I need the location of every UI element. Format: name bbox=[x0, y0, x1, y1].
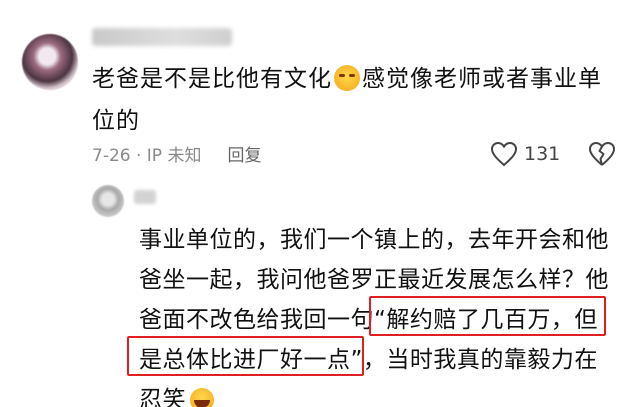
username-blurred[interactable] bbox=[92, 28, 232, 46]
like-button[interactable]: 131 bbox=[490, 140, 560, 168]
reply-avatar[interactable] bbox=[92, 185, 124, 217]
laughing-crying-emoji-icon bbox=[190, 388, 214, 407]
avatar[interactable] bbox=[22, 34, 78, 90]
heart-icon bbox=[490, 141, 518, 167]
reply-username-blurred[interactable] bbox=[134, 190, 156, 204]
dislike-button[interactable] bbox=[588, 141, 616, 171]
comment-text: 老爸是不是比他有文化 感觉像老师或者事业单位的 bbox=[92, 58, 602, 142]
comment-meta: 7-26 · IP 未知 回复 bbox=[92, 141, 261, 166]
comment-date-location: 7-26 · IP 未知 bbox=[92, 145, 202, 166]
reply-button[interactable]: 回复 bbox=[227, 141, 261, 166]
broken-heart-icon bbox=[589, 141, 616, 166]
flushed-face-emoji-icon bbox=[334, 65, 360, 91]
like-count: 131 bbox=[524, 143, 561, 165]
comment-thread: 老爸是不是比他有文化 感觉像老师或者事业单位的 7-26 · IP 未知 回复 1… bbox=[0, 0, 626, 407]
reply-comment-text: 事业单位的，我们一个镇上的，去年开会和他爸坐一起，我问他爸罗正最近发展怎么样？他… bbox=[139, 220, 614, 407]
comment-text-part1: 老爸是不是比他有文化 bbox=[92, 66, 332, 92]
clipped-header bbox=[0, 0, 626, 8]
